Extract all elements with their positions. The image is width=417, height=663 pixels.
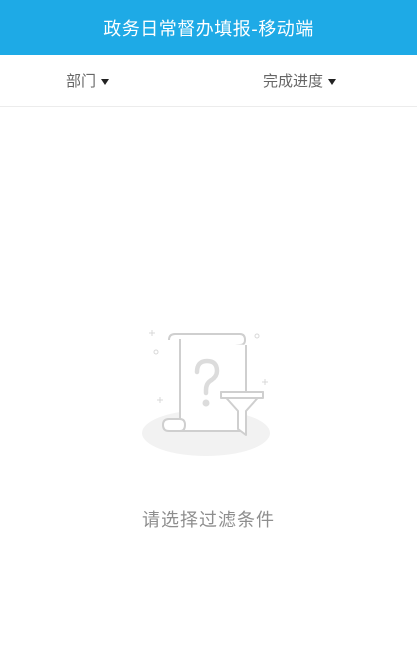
department-filter-label: 部门: [66, 72, 97, 90]
filter-bar: 部门 完成进度: [0, 55, 417, 107]
empty-state-message: 请选择过滤条件: [142, 510, 275, 531]
app-header: 政务日常督办填报-移动端: [0, 0, 417, 55]
app-screen: 政务日常督办填报-移动端 部门 完成进度 请选择过滤条件: [0, 0, 417, 663]
empty-filter-icon: [142, 330, 270, 456]
caret-down-icon: [101, 78, 110, 85]
department-filter-dropdown[interactable]: 部门: [66, 55, 110, 106]
progress-filter-label: 完成进度: [263, 72, 324, 90]
caret-down-icon: [328, 78, 337, 85]
progress-filter-dropdown[interactable]: 完成进度: [263, 55, 337, 106]
page-title: 政务日常督办填报-移动端: [103, 18, 314, 40]
